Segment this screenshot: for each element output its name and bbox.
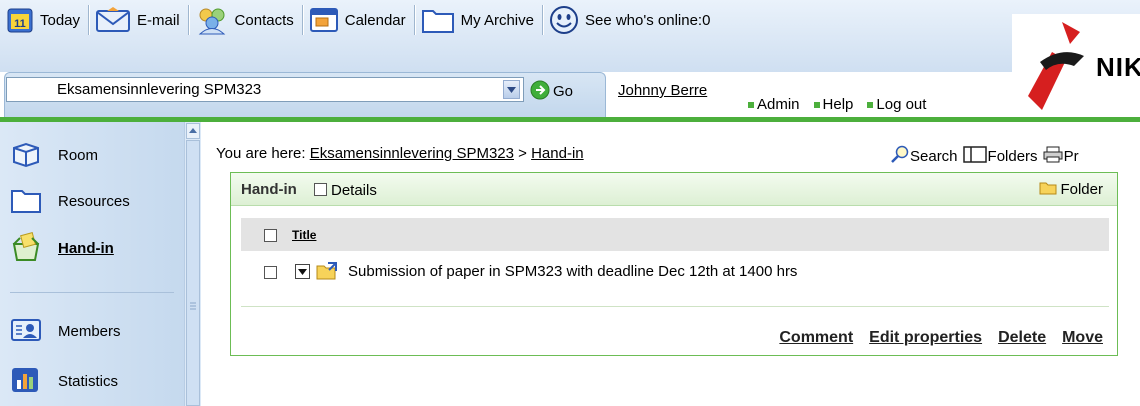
select-all-checkbox[interactable]: [264, 229, 277, 242]
nav-online[interactable]: See who's online:0: [543, 0, 718, 40]
sidebar: Room Resources Hand-in Members Statistic…: [0, 122, 184, 406]
room-select[interactable]: Eksamensinnlevering SPM323: [6, 77, 524, 102]
members-icon: [10, 316, 42, 347]
table-header: Title: [241, 218, 1109, 251]
green-bullet-icon: [813, 101, 820, 108]
sidebar-item-handin[interactable]: Hand-in: [10, 232, 114, 265]
folder-icon: [10, 186, 42, 217]
item-actions: Comment Edit properties Delete Move: [779, 329, 1103, 347]
panel-title: Hand-in: [241, 181, 297, 198]
nav-today[interactable]: 11 Today: [0, 0, 88, 40]
table-row: Submission of paper in SPM323 with deadl…: [241, 257, 1109, 287]
contacts-icon: [195, 5, 229, 35]
logo-text: NIK: [1096, 52, 1140, 82]
help-link[interactable]: Help: [813, 96, 854, 113]
search-icon: [890, 145, 910, 167]
title-column-header[interactable]: Title: [292, 228, 316, 242]
nav-online-label: See who's online:0: [584, 11, 711, 29]
folders-icon: [962, 145, 988, 167]
details-label: Details: [331, 182, 377, 199]
sidebar-item-label: Hand-in: [58, 240, 114, 257]
go-button[interactable]: Go: [530, 80, 573, 102]
sidebar-divider: [10, 292, 174, 293]
main-nav: 11 Today E-mail Contacts Calendar My Arc…: [0, 0, 718, 40]
sidebar-item-label: Members: [58, 323, 121, 340]
folders-label: Folders: [987, 147, 1038, 165]
sidebar-item-statistics[interactable]: Statistics: [10, 366, 118, 397]
logo: NIK: [1012, 14, 1140, 117]
search-label: Search: [910, 147, 958, 165]
cube-icon: [10, 140, 42, 171]
breadcrumb-current-link[interactable]: Hand-in: [531, 145, 584, 162]
user-menu: Admin Help Log out: [748, 96, 926, 113]
help-label: Help: [822, 96, 854, 113]
nav-today-label: Today: [40, 11, 81, 29]
scroll-up-button[interactable]: [186, 123, 200, 139]
chevron-down-icon[interactable]: [503, 80, 520, 99]
nav-contacts-label: Contacts: [234, 11, 294, 29]
smiley-icon: [549, 5, 579, 35]
print-label: Pr: [1063, 147, 1079, 165]
nav-email-label: E-mail: [137, 11, 180, 29]
sidebar-scrollbar[interactable]: [184, 122, 201, 406]
print-action[interactable]: Pr: [1042, 145, 1079, 167]
calendar-icon: [309, 6, 339, 34]
comment-link[interactable]: Comment: [779, 329, 853, 347]
green-bullet-icon: [867, 101, 874, 108]
envelope-icon: [95, 5, 131, 35]
row-menu-button[interactable]: [295, 264, 310, 279]
row-checkbox[interactable]: [264, 266, 277, 279]
details-checkbox[interactable]: [314, 183, 327, 196]
sidebar-item-members[interactable]: Members: [10, 316, 121, 347]
edit-properties-link[interactable]: Edit properties: [869, 329, 982, 347]
breadcrumb-prefix: You are here:: [216, 145, 306, 162]
admin-label: Admin: [757, 96, 800, 113]
breadcrumb-separator: >: [518, 145, 527, 162]
folder-button[interactable]: Folder: [1039, 181, 1103, 198]
room-select-value: Eksamensinnlevering SPM323: [57, 81, 262, 98]
move-link[interactable]: Move: [1062, 329, 1103, 347]
panel-header: Hand-in Details Folder: [231, 173, 1117, 206]
table-divider: [241, 306, 1109, 307]
item-title[interactable]: Submission of paper in SPM323 with deadl…: [348, 263, 797, 280]
folder-icon: [421, 6, 455, 34]
delete-link[interactable]: Delete: [998, 329, 1046, 347]
scrollbar-thumb[interactable]: [186, 140, 200, 406]
nav-calendar[interactable]: Calendar: [303, 0, 414, 40]
breadcrumb-room-link[interactable]: Eksamensinnlevering SPM323: [310, 145, 514, 162]
sidebar-item-label: Room: [58, 147, 99, 164]
admin-link[interactable]: Admin: [748, 96, 800, 113]
logo-mark-icon: [1022, 22, 1088, 115]
handin-panel: Hand-in Details Folder Title Submission …: [230, 172, 1118, 356]
handin-basket-icon: [10, 232, 42, 265]
sidebar-item-label: Resources: [58, 193, 130, 210]
bar-chart-icon: [10, 366, 42, 397]
go-label: Go: [553, 82, 574, 100]
folder-icon: [1039, 181, 1057, 198]
nav-contacts[interactable]: Contacts: [189, 0, 302, 40]
logout-label: Log out: [876, 96, 927, 113]
nav-archive[interactable]: My Archive: [415, 0, 542, 40]
nav-calendar-label: Calendar: [344, 11, 406, 29]
sidebar-item-resources[interactable]: Resources: [10, 186, 130, 217]
green-bullet-icon: [748, 101, 754, 108]
folder-label: Folder: [1060, 181, 1103, 198]
user-name-link[interactable]: Johnny Berre: [618, 82, 707, 99]
go-arrow-icon: [530, 80, 550, 103]
calendar-day-icon: 11: [6, 6, 34, 34]
printer-icon: [1042, 145, 1064, 167]
page-actions: Search Folders Pr: [890, 145, 1079, 167]
nav-archive-label: My Archive: [460, 11, 534, 29]
logout-link[interactable]: Log out: [867, 96, 926, 113]
sidebar-item-room[interactable]: Room: [10, 140, 98, 171]
handin-folder-icon: [316, 262, 338, 283]
svg-text:11: 11: [14, 18, 26, 30]
folders-action[interactable]: Folders: [962, 145, 1038, 167]
sidebar-item-label: Statistics: [58, 373, 119, 390]
breadcrumb: You are here: Eksamensinnlevering SPM323…: [216, 145, 584, 162]
search-action[interactable]: Search: [890, 145, 958, 167]
nav-email[interactable]: E-mail: [89, 0, 188, 40]
